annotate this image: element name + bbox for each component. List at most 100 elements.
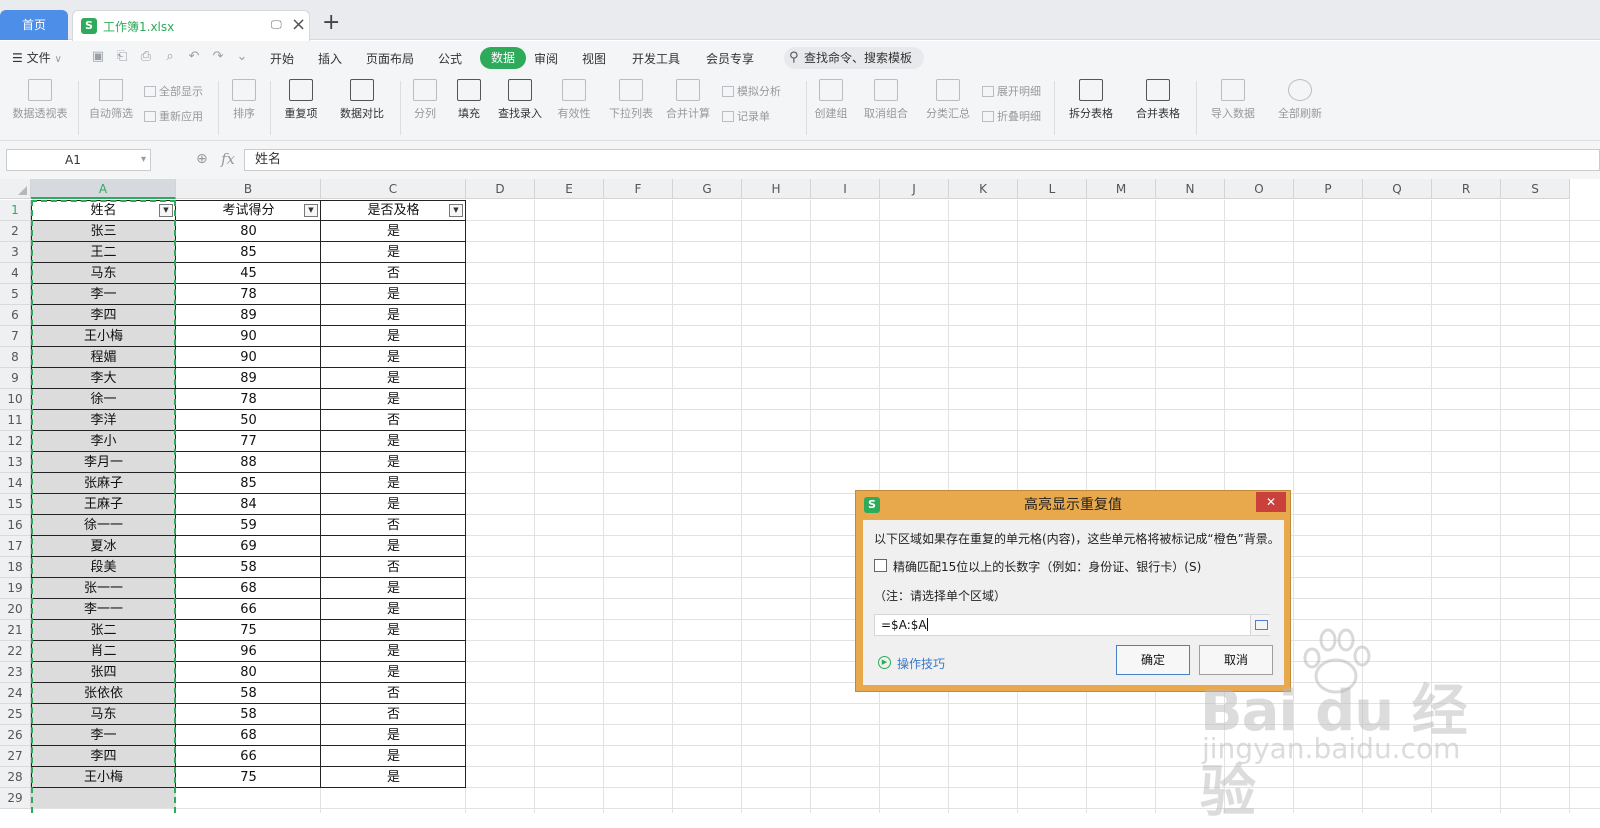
column-header-f[interactable]: F bbox=[604, 179, 673, 199]
table-cell[interactable]: 否 bbox=[321, 410, 466, 431]
create-group-button[interactable]: 创建组 bbox=[812, 79, 850, 121]
column-header-n[interactable]: N bbox=[1156, 179, 1225, 199]
monitor-icon[interactable]: 🖵 bbox=[271, 18, 282, 32]
table-cell[interactable]: 58 bbox=[176, 704, 321, 725]
column-header-r[interactable]: R bbox=[1432, 179, 1501, 199]
column-header-o[interactable]: O bbox=[1225, 179, 1294, 199]
record-button[interactable]: 记录单 bbox=[722, 108, 770, 124]
table-cell[interactable]: 78 bbox=[176, 389, 321, 410]
table-cell[interactable]: 78 bbox=[176, 284, 321, 305]
row-header-26[interactable]: 26 bbox=[0, 725, 31, 746]
row-header-25[interactable]: 25 bbox=[0, 704, 31, 725]
table-cell[interactable]: 69 bbox=[176, 536, 321, 557]
column-header-c[interactable]: C bbox=[321, 179, 466, 199]
table-cell[interactable]: 80 bbox=[176, 662, 321, 683]
reapply-button[interactable]: 重新应用 bbox=[144, 108, 203, 124]
row-header-15[interactable]: 15 bbox=[0, 494, 31, 515]
long-number-checkbox-label[interactable]: 精确匹配15位以上的长数字（例如：身份证、银行卡）(S) bbox=[893, 558, 1201, 575]
table-cell[interactable]: 是 bbox=[321, 242, 466, 263]
name-box[interactable]: A1 ▾ bbox=[6, 149, 151, 171]
sort-button[interactable]: 排序 bbox=[226, 79, 262, 121]
play-icon[interactable]: ▶ bbox=[878, 656, 891, 669]
row-header-14[interactable]: 14 bbox=[0, 473, 31, 494]
pivot-table-button[interactable]: 数据透视表 bbox=[8, 79, 72, 121]
row-header-12[interactable]: 12 bbox=[0, 431, 31, 452]
column-header-k[interactable]: K bbox=[949, 179, 1018, 199]
table-cell[interactable]: 是 bbox=[321, 620, 466, 641]
customize-icon[interactable]: ⌄ bbox=[234, 50, 250, 64]
table-cell[interactable]: 是 bbox=[321, 389, 466, 410]
menu-developer[interactable]: 开发工具 bbox=[632, 50, 680, 67]
menu-formula[interactable]: 公式 bbox=[438, 50, 462, 67]
row-header-24[interactable]: 24 bbox=[0, 683, 31, 704]
split-column-button[interactable]: 分列 bbox=[408, 79, 442, 121]
row-header-17[interactable]: 17 bbox=[0, 536, 31, 557]
refresh-all-button[interactable]: 全部刷新 bbox=[1270, 79, 1330, 121]
close-icon[interactable]: × bbox=[291, 14, 306, 35]
compare-button[interactable]: 数据对比 bbox=[334, 79, 390, 121]
command-search[interactable]: ⚲ 查找命令、搜索模板 bbox=[784, 47, 924, 69]
table-cell[interactable]: 是 bbox=[321, 431, 466, 452]
ok-button[interactable]: 确定 bbox=[1116, 645, 1190, 675]
collapse-detail-button[interactable]: 折叠明细 bbox=[982, 108, 1041, 124]
column-header-h[interactable]: H bbox=[742, 179, 811, 199]
table-cell[interactable]: 80 bbox=[176, 221, 321, 242]
table-cell[interactable]: 90 bbox=[176, 326, 321, 347]
table-cell[interactable]: 75 bbox=[176, 767, 321, 788]
table-cell[interactable]: 否 bbox=[321, 683, 466, 704]
row-header-27[interactable]: 27 bbox=[0, 746, 31, 767]
row-header-29[interactable]: 29 bbox=[0, 788, 31, 809]
table-cell[interactable]: 是 bbox=[321, 347, 466, 368]
table-cell[interactable]: 88 bbox=[176, 452, 321, 473]
table-cell[interactable]: 89 bbox=[176, 305, 321, 326]
formula-input[interactable]: 姓名 bbox=[244, 149, 1600, 171]
row-header-23[interactable]: 23 bbox=[0, 662, 31, 683]
column-header-i[interactable]: I bbox=[811, 179, 880, 199]
row-header-9[interactable]: 9 bbox=[0, 368, 31, 389]
import-data-button[interactable]: 导入数据 bbox=[1204, 79, 1262, 121]
row-header-1[interactable]: 1 bbox=[0, 200, 31, 221]
row-header-5[interactable]: 5 bbox=[0, 284, 31, 305]
table-cell[interactable]: 否 bbox=[321, 263, 466, 284]
export-icon[interactable]: ⎗ bbox=[114, 50, 130, 64]
row-header-18[interactable]: 18 bbox=[0, 557, 31, 578]
table-cell[interactable]: 是 bbox=[321, 221, 466, 242]
table-cell[interactable]: 58 bbox=[176, 557, 321, 578]
redo-icon[interactable]: ↷ bbox=[210, 50, 226, 64]
table-cell[interactable]: 是 bbox=[321, 767, 466, 788]
table-cell[interactable]: 是 bbox=[321, 284, 466, 305]
print-icon[interactable]: ⎙ bbox=[138, 50, 154, 64]
column-header-q[interactable]: Q bbox=[1363, 179, 1432, 199]
column-header-j[interactable]: J bbox=[880, 179, 949, 199]
menu-view[interactable]: 视图 bbox=[582, 50, 606, 67]
table-cell[interactable]: 90 bbox=[176, 347, 321, 368]
row-header-19[interactable]: 19 bbox=[0, 578, 31, 599]
expand-detail-button[interactable]: 展开明细 bbox=[982, 83, 1041, 99]
row-header-22[interactable]: 22 bbox=[0, 641, 31, 662]
table-cell[interactable]: 是 bbox=[321, 536, 466, 557]
menu-page-layout[interactable]: 页面布局 bbox=[366, 50, 414, 67]
dropdown-list-button[interactable]: 下拉列表 bbox=[606, 79, 656, 121]
simulate-button[interactable]: 模拟分析 bbox=[722, 83, 781, 99]
column-header-e[interactable]: E bbox=[535, 179, 604, 199]
column-header-m[interactable]: M bbox=[1087, 179, 1156, 199]
split-table-button[interactable]: 拆分表格 bbox=[1062, 79, 1120, 121]
row-header-20[interactable]: 20 bbox=[0, 599, 31, 620]
filter-dropdown-icon[interactable]: ▼ bbox=[449, 204, 463, 217]
function-icon[interactable]: fx bbox=[221, 150, 235, 168]
table-cell[interactable]: 是 bbox=[321, 368, 466, 389]
print-preview-icon[interactable]: ⌕ bbox=[162, 50, 178, 64]
column-header-l[interactable]: L bbox=[1018, 179, 1087, 199]
ungroup-button[interactable]: 取消组合 bbox=[858, 79, 914, 121]
show-all-button[interactable]: 全部显示 bbox=[144, 83, 203, 99]
table-cell[interactable]: 68 bbox=[176, 578, 321, 599]
tips-link[interactable]: 操作技巧 bbox=[897, 655, 945, 672]
table-cell[interactable]: 85 bbox=[176, 473, 321, 494]
validity-button[interactable]: 有效性 bbox=[552, 79, 596, 121]
menu-start[interactable]: 开始 bbox=[270, 50, 294, 67]
table-cell[interactable]: 是 bbox=[321, 326, 466, 347]
row-header-8[interactable]: 8 bbox=[0, 347, 31, 368]
tab-home[interactable]: 首页 bbox=[0, 10, 68, 40]
row-header-2[interactable]: 2 bbox=[0, 221, 31, 242]
table-cell[interactable]: 50 bbox=[176, 410, 321, 431]
